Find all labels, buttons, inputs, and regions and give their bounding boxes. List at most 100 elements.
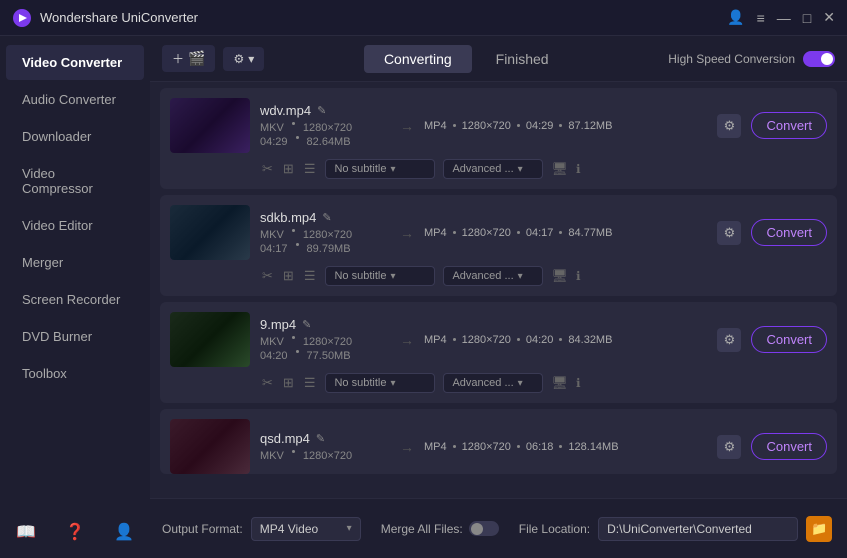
sidebar-item-downloader[interactable]: Downloader — [6, 119, 144, 154]
file-settings-button[interactable]: ⚙ — [717, 221, 741, 245]
file-meta: MKV 1280×720 04:29 82.64MB — [260, 122, 390, 148]
output-format-field: Output Format: MP4 Video ▾ — [162, 517, 361, 541]
window-controls: 👤 ≡ — □ ✕ — [727, 9, 835, 26]
sidebar-item-video-editor[interactable]: Video Editor — [6, 208, 144, 243]
file-info-left: wdv.mp4 ✎ MKV 1280×720 04:29 — [260, 103, 390, 148]
file-output: MP4 1280×720 04:29 87.12MB — [424, 120, 707, 132]
info-icon[interactable]: ℹ — [576, 162, 581, 176]
settings-button[interactable]: ⚙ ▾ — [223, 47, 264, 71]
list-icon[interactable]: ☰ — [302, 266, 318, 286]
sidebar-item-video-compressor[interactable]: Video Compressor — [6, 156, 144, 206]
info-icon[interactable]: ℹ — [576, 269, 581, 283]
output-format-select[interactable]: MP4 Video ▾ — [251, 517, 361, 541]
sidebar-item-merger[interactable]: Merger — [6, 245, 144, 280]
browse-folder-button[interactable]: 📁 — [806, 516, 832, 542]
list-icon[interactable]: ☰ — [302, 159, 318, 179]
file-name: wdv.mp4 — [260, 103, 311, 118]
src-size: 89.79MB — [307, 243, 351, 255]
file-settings-button[interactable]: ⚙ — [717, 328, 741, 352]
convert-button[interactable]: Convert — [751, 219, 827, 246]
file-name: qsd.mp4 — [260, 431, 310, 446]
advanced-select[interactable]: Advanced ... ▾ — [443, 266, 543, 286]
info-icon[interactable]: ℹ — [576, 376, 581, 390]
monitor-icon[interactable]: 🖥 — [551, 268, 568, 284]
convert-button[interactable]: Convert — [751, 112, 827, 139]
book-icon[interactable]: 📖 — [16, 522, 36, 542]
edit-icon[interactable]: ✎ — [322, 211, 331, 224]
tab-converting[interactable]: Converting — [364, 45, 472, 73]
copy-icon[interactable]: ⊞ — [281, 159, 296, 179]
close-icon[interactable]: ✕ — [823, 9, 835, 26]
list-icon[interactable]: ☰ — [302, 373, 318, 393]
arrow-right-icon: → — [400, 332, 414, 348]
arrow-right-icon: → — [400, 118, 414, 134]
file-settings-button[interactable]: ⚙ — [717, 114, 741, 138]
file-row-top: sdkb.mp4 ✎ MKV 1280×720 04:17 — [170, 205, 827, 260]
cut-icon[interactable]: ✂ — [260, 266, 275, 286]
high-speed-toggle[interactable] — [803, 51, 835, 67]
file-output: MP4 1280×720 06:18 128.14MB — [424, 441, 707, 453]
file-location-label: File Location: — [519, 522, 590, 536]
titlebar: Wondershare UniConverter 👤 ≡ — □ ✕ — [0, 0, 847, 36]
convert-button[interactable]: Convert — [751, 433, 827, 460]
sidebar-item-toolbox[interactable]: Toolbox — [6, 356, 144, 391]
chevron-down-icon: ▾ — [518, 271, 523, 282]
cut-icon[interactable]: ✂ — [260, 373, 275, 393]
out-size: 128.14MB — [568, 441, 618, 453]
out-size: 87.12MB — [568, 120, 612, 132]
minimize-icon[interactable]: — — [777, 10, 791, 26]
tab-finished[interactable]: Finished — [476, 45, 569, 73]
add-files-button[interactable]: ＋ 🎬 — [162, 45, 215, 72]
copy-icon[interactable]: ⊞ — [281, 266, 296, 286]
file-name: sdkb.mp4 — [260, 210, 316, 225]
out-format: MP4 — [424, 441, 447, 453]
maximize-icon[interactable]: □ — [803, 10, 811, 26]
output-meta: MP4 1280×720 04:17 84.77MB — [424, 227, 612, 239]
sidebar-item-screen-recorder[interactable]: Screen Recorder — [6, 282, 144, 317]
file-row-bottom: ✂ ⊞ ☰ No subtitle ▾ Advanced ... ▾ 🖥 ℹ — [170, 266, 827, 286]
sidebar-item-video-converter[interactable]: Video Converter — [6, 45, 144, 80]
chevron-down-icon: ▾ — [347, 523, 352, 534]
edit-icon[interactable]: ✎ — [302, 318, 311, 331]
sidebar-item-audio-converter[interactable]: Audio Converter — [6, 82, 144, 117]
file-location-input[interactable]: D:\UniConverter\Converted — [598, 517, 798, 541]
sidebar-footer: 📖 ❓ 👤 — [0, 514, 150, 550]
arrow-right-icon: → — [400, 225, 414, 241]
file-settings-button[interactable]: ⚙ — [717, 435, 741, 459]
user-icon[interactable]: 👤 — [727, 9, 744, 26]
file-location-field: File Location: D:\UniConverter\Converted… — [519, 516, 832, 542]
advanced-select[interactable]: Advanced ... ▾ — [443, 373, 543, 393]
app-logo — [12, 8, 32, 28]
src-duration: 04:29 — [260, 136, 288, 148]
action-icons: ✂ ⊞ ☰ — [260, 159, 317, 179]
help-icon[interactable]: ❓ — [65, 522, 85, 542]
arrow-right-icon: → — [400, 439, 414, 455]
out-resolution: 1280×720 — [462, 227, 511, 239]
account-icon[interactable]: 👤 — [114, 522, 134, 542]
out-format: MP4 — [424, 227, 447, 239]
convert-button[interactable]: Convert — [751, 326, 827, 353]
content-area: ＋ 🎬 ⚙ ▾ Converting Finished High Speed C… — [150, 36, 847, 558]
file-meta: MKV 1280×720 — [260, 450, 390, 462]
file-name-row: qsd.mp4 ✎ — [260, 431, 390, 446]
menu-icon[interactable]: ≡ — [757, 10, 765, 26]
copy-icon[interactable]: ⊞ — [281, 373, 296, 393]
subtitle-select[interactable]: No subtitle ▾ — [325, 266, 435, 286]
sidebar-item-dvd-burner[interactable]: DVD Burner — [6, 319, 144, 354]
advanced-select[interactable]: Advanced ... ▾ — [443, 159, 543, 179]
file-name-row: sdkb.mp4 ✎ — [260, 210, 390, 225]
file-name-row: 9.mp4 ✎ — [260, 317, 390, 332]
edit-icon[interactable]: ✎ — [317, 104, 326, 117]
merge-files-toggle[interactable] — [469, 521, 499, 536]
gear-icon: ⚙ — [233, 52, 244, 66]
monitor-icon[interactable]: 🖥 — [551, 161, 568, 177]
sidebar: Video Converter Audio Converter Download… — [0, 36, 150, 558]
cut-icon[interactable]: ✂ — [260, 159, 275, 179]
file-thumbnail — [170, 98, 250, 153]
src-format: MKV — [260, 336, 284, 348]
subtitle-select[interactable]: No subtitle ▾ — [325, 373, 435, 393]
monitor-icon[interactable]: 🖥 — [551, 375, 568, 391]
subtitle-select[interactable]: No subtitle ▾ — [325, 159, 435, 179]
out-resolution: 1280×720 — [462, 120, 511, 132]
edit-icon[interactable]: ✎ — [316, 432, 325, 445]
